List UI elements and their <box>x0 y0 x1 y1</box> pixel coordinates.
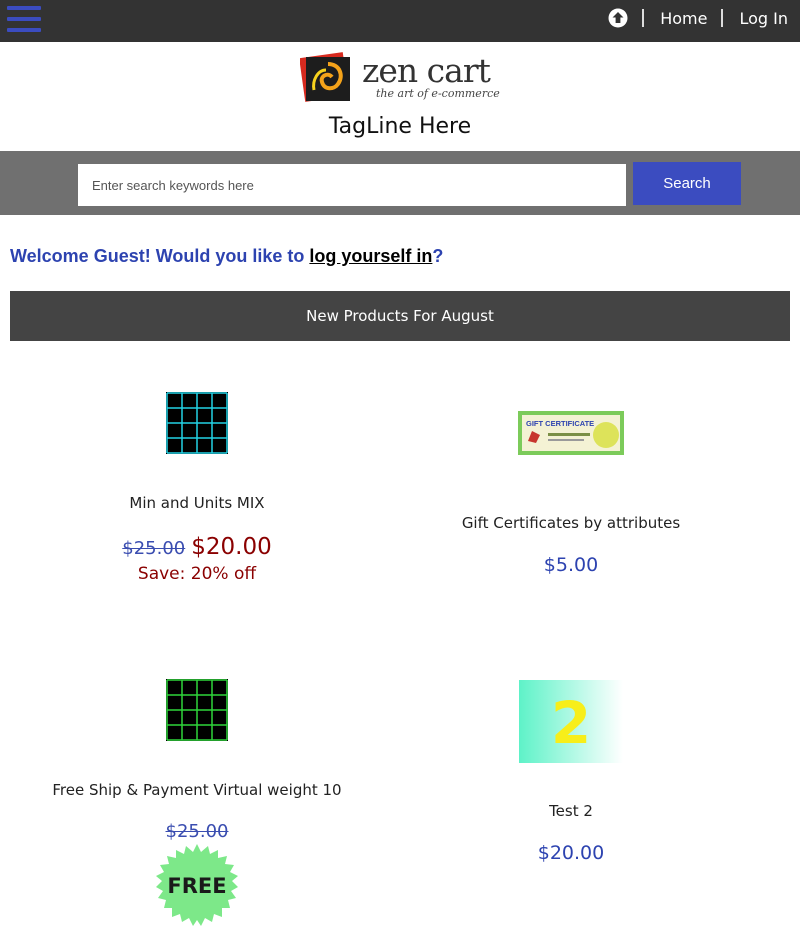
test-image-number: 2 <box>551 689 591 757</box>
save-text: Save: 20% off <box>137 564 257 584</box>
product-card: 2 Test 2 $20.00 <box>386 680 756 864</box>
price-row: $25.00 $20.00 <box>12 534 382 560</box>
product-price: $20.00 <box>537 842 605 864</box>
original-price: $25.00 <box>165 821 229 842</box>
logo-mark-icon <box>300 52 350 102</box>
product-price: $5.00 <box>543 554 599 576</box>
up-arrow-icon[interactable] <box>608 8 628 28</box>
nav-divider <box>721 9 724 27</box>
product-image[interactable]: GIFT CERTIFICATE <box>518 411 624 455</box>
welcome-prefix: Welcome Guest! Would you like to <box>10 246 310 266</box>
top-bar: Home Log In <box>0 0 800 42</box>
nav-divider <box>642 9 645 27</box>
site-logo[interactable]: zen cart the art of e-commerce <box>300 52 500 106</box>
product-image[interactable] <box>166 392 228 454</box>
gift-image-label: GIFT CERTIFICATE <box>526 419 594 428</box>
home-link[interactable]: Home <box>660 9 707 28</box>
welcome-suffix: ? <box>432 246 444 266</box>
product-image[interactable] <box>166 679 228 741</box>
section-title: New Products For August <box>10 291 790 341</box>
search-button[interactable]: Search <box>633 162 741 205</box>
menu-icon[interactable] <box>7 6 41 34</box>
login-link-inline[interactable]: log yourself in <box>309 246 432 266</box>
search-bar: Search <box>0 151 800 215</box>
product-card: Min and Units MIX $25.00 $20.00 Save: 20%… <box>12 392 382 584</box>
product-card: Free Ship & Payment Virtual weight 10 $2… <box>12 679 382 926</box>
product-name[interactable]: Test 2 <box>386 802 756 820</box>
free-badge-icon: FREE <box>156 844 238 926</box>
product-card: GIFT CERTIFICATE Gift Certificates by at… <box>386 411 756 576</box>
product-name[interactable]: Free Ship & Payment Virtual weight 10 <box>12 781 382 799</box>
product-name[interactable]: Gift Certificates by attributes <box>386 514 756 532</box>
product-name[interactable]: Min and Units MIX <box>12 494 382 512</box>
top-nav: Home Log In <box>608 0 788 36</box>
original-price: $25.00 <box>122 538 186 559</box>
sale-price: $20.00 <box>191 534 272 560</box>
price-row: $25.00 <box>12 821 382 842</box>
logo-wordmark: zen cart <box>362 51 491 90</box>
site-tagline: TagLine Here <box>328 114 472 139</box>
free-badge-text: FREE <box>167 874 226 898</box>
logo-tagline: the art of e-commerce <box>376 87 500 100</box>
search-input[interactable] <box>78 164 626 206</box>
product-image[interactable]: 2 <box>519 680 623 763</box>
welcome-message: Welcome Guest! Would you like to log you… <box>10 246 443 267</box>
login-link[interactable]: Log In <box>739 9 788 28</box>
